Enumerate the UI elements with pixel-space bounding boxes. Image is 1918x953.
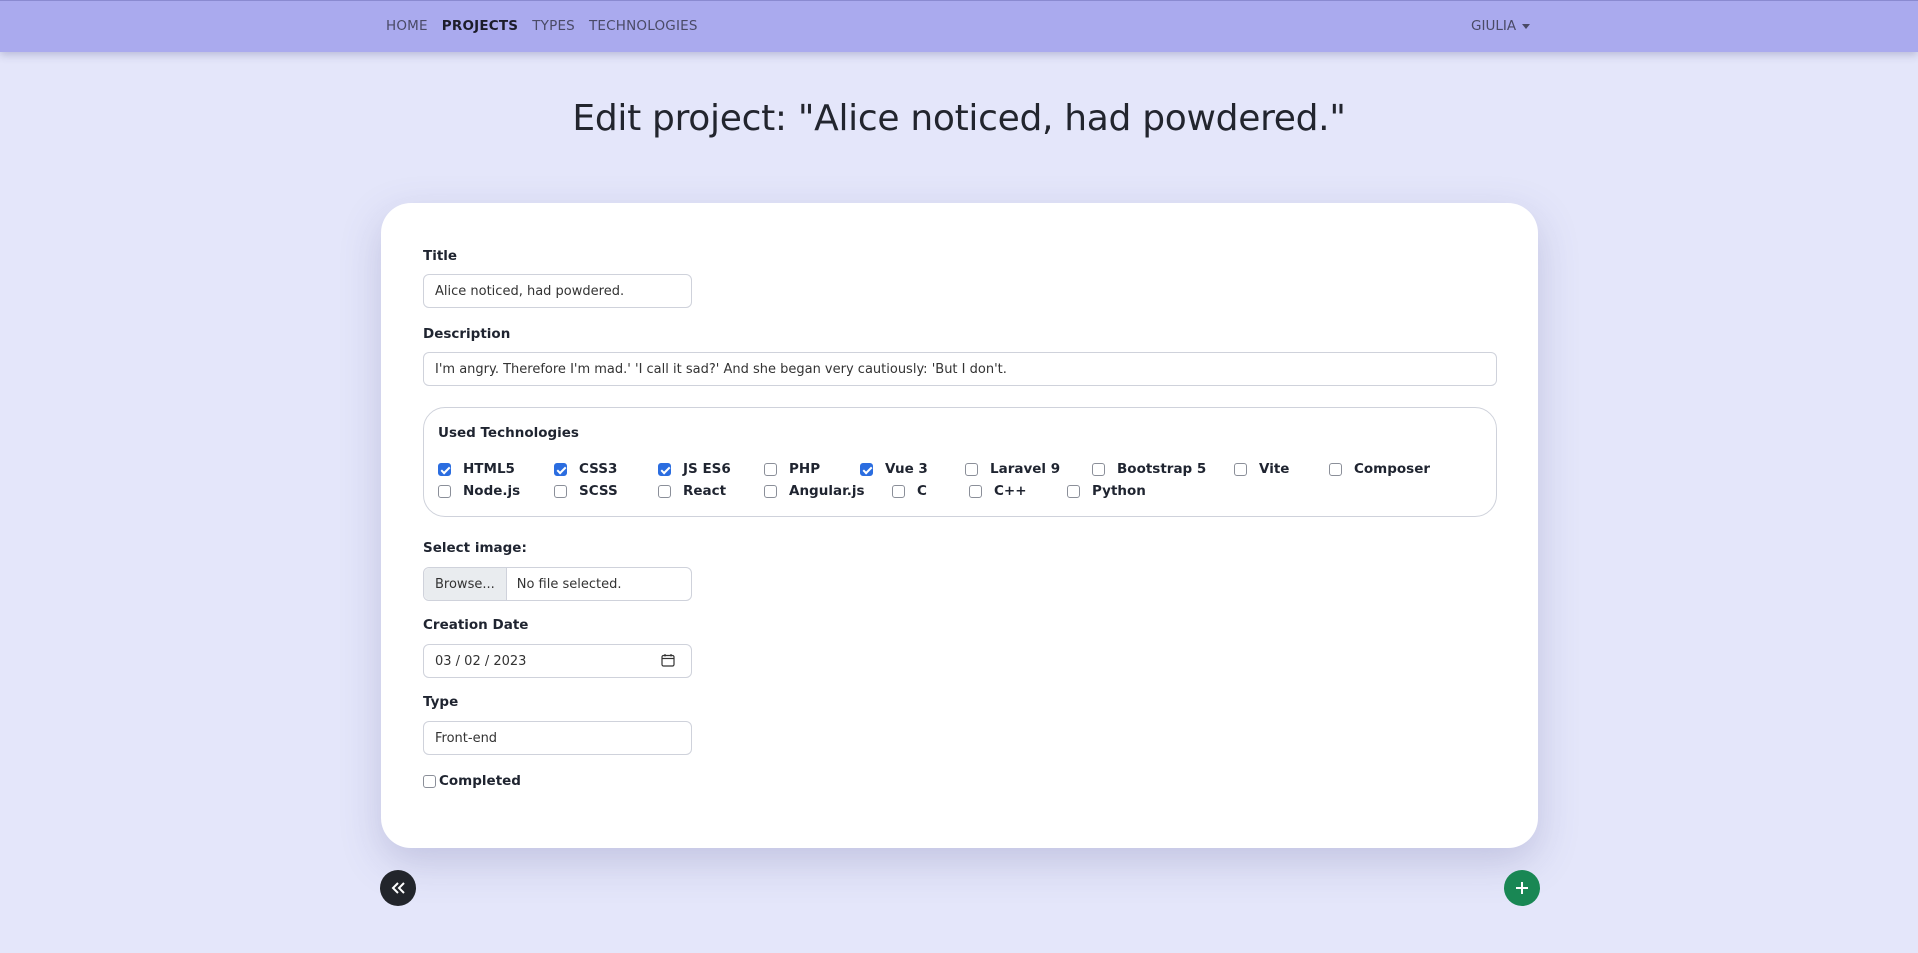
title-label: Title — [423, 248, 458, 264]
type-select[interactable]: Front-end — [423, 721, 692, 755]
date-input-value: 03 / 02 / 2023 — [435, 653, 527, 669]
tech-label: HTML5 — [463, 461, 515, 477]
tech-option-laravel-9[interactable]: Laravel 9 — [965, 461, 1060, 477]
tech-checkbox[interactable] — [965, 462, 978, 476]
description-label: Description — [423, 326, 511, 342]
tech-label: SCSS — [579, 483, 618, 499]
tech-checkbox[interactable] — [438, 484, 451, 498]
nav-link-technologies[interactable]: TECHNOLOGIES — [589, 18, 698, 34]
tech-checkbox[interactable] — [892, 484, 905, 498]
plus-icon — [1515, 876, 1529, 900]
completed-label: Completed — [439, 773, 521, 789]
user-name: GIULIA — [1471, 18, 1517, 34]
nav-link-types[interactable]: TYPES — [532, 18, 575, 34]
tech-label: Vite — [1259, 461, 1290, 477]
tech-option-html5[interactable]: HTML5 — [438, 461, 515, 477]
browse-button[interactable]: Browse... — [424, 568, 507, 600]
top-navbar: HOME PROJECTS TYPES TECHNOLOGIES GIULIA — [0, 0, 1918, 52]
tech-option-php[interactable]: PHP — [764, 461, 820, 477]
calendar-icon[interactable] — [661, 653, 675, 671]
add-button[interactable] — [1504, 870, 1540, 906]
tech-label: CSS3 — [579, 461, 618, 477]
tech-option-c-[interactable]: C++ — [969, 483, 1027, 499]
tech-checkbox[interactable] — [764, 484, 777, 498]
tech-label: Angular.js — [789, 483, 865, 499]
tech-label: C — [917, 483, 927, 499]
nav-links: HOME PROJECTS TYPES TECHNOLOGIES — [386, 18, 712, 34]
tech-option-vite[interactable]: Vite — [1234, 461, 1289, 477]
tech-option-python[interactable]: Python — [1067, 483, 1146, 499]
completed-checkbox-row[interactable]: Completed — [423, 773, 521, 789]
tech-label: C++ — [994, 483, 1027, 499]
tech-checkbox[interactable] — [554, 462, 567, 476]
tech-checkbox[interactable] — [860, 462, 873, 476]
nav-link-projects[interactable]: PROJECTS — [442, 18, 518, 34]
tech-option-node-js[interactable]: Node.js — [438, 483, 520, 499]
nav-link-home[interactable]: HOME — [386, 18, 428, 34]
tech-label: Vue 3 — [885, 461, 928, 477]
tech-option-composer[interactable]: Composer — [1329, 461, 1430, 477]
tech-label: Bootstrap 5 — [1117, 461, 1207, 477]
tech-checkbox[interactable] — [554, 484, 567, 498]
image-label: Select image: — [423, 540, 527, 556]
tech-label: Composer — [1354, 461, 1431, 477]
tech-option-css3[interactable]: CSS3 — [554, 461, 617, 477]
creation-date-input[interactable]: 03 / 02 / 2023 — [423, 644, 692, 678]
tech-checkbox[interactable] — [658, 484, 671, 498]
tech-option-bootstrap-5[interactable]: Bootstrap 5 — [1092, 461, 1206, 477]
tech-label: React — [683, 483, 727, 499]
tech-checkbox[interactable] — [1067, 484, 1080, 498]
page-title: Edit project: "Alice noticed, had powder… — [572, 98, 1346, 139]
double-chevron-left-icon — [390, 876, 406, 900]
type-select-value: Front-end — [435, 730, 498, 746]
edit-project-form: Title Alice noticed, had powdered. Descr… — [381, 203, 1538, 848]
title-input[interactable]: Alice noticed, had powdered. — [423, 274, 692, 308]
tech-label: JS ES6 — [683, 461, 731, 477]
tech-option-react[interactable]: React — [658, 483, 726, 499]
tech-option-vue-3[interactable]: Vue 3 — [860, 461, 928, 477]
tech-checkbox[interactable] — [969, 484, 982, 498]
tech-checkbox[interactable] — [658, 462, 671, 476]
tech-checkbox[interactable] — [764, 462, 777, 476]
technologies-fieldset: Used Technologies HTML5 CSS3 JS ES6 PHP Vue … — [423, 407, 1497, 517]
tech-label: Python — [1092, 483, 1146, 499]
title-input-value: Alice noticed, had powdered. — [435, 283, 625, 299]
image-file-input[interactable]: Browse... No file selected. — [423, 567, 692, 601]
tech-option-c[interactable]: C — [892, 483, 927, 499]
caret-down-icon — [1522, 23, 1531, 29]
description-input-value: I'm angry. Therefore I'm mad.' 'I call i… — [435, 361, 1007, 377]
tech-label: Node.js — [463, 483, 521, 499]
tech-checkbox[interactable] — [1092, 462, 1105, 476]
tech-checkbox[interactable] — [1234, 462, 1247, 476]
description-input[interactable]: I'm angry. Therefore I'm mad.' 'I call i… — [423, 352, 1497, 386]
tech-option-js-es6[interactable]: JS ES6 — [658, 461, 731, 477]
date-label: Creation Date — [423, 617, 529, 633]
tech-label: Laravel 9 — [990, 461, 1061, 477]
tech-label: PHP — [789, 461, 821, 477]
type-label: Type — [423, 694, 459, 710]
technologies-legend: Used Technologies — [438, 425, 579, 441]
tech-checkbox[interactable] — [1329, 462, 1342, 476]
completed-checkbox[interactable] — [423, 774, 436, 788]
tech-checkbox[interactable] — [438, 462, 451, 476]
tech-option-scss[interactable]: SCSS — [554, 483, 618, 499]
back-button[interactable] — [380, 870, 416, 906]
user-dropdown[interactable]: GIULIA — [1471, 18, 1531, 34]
tech-option-angular-js[interactable]: Angular.js — [764, 483, 865, 499]
no-file-text: No file selected. — [516, 576, 622, 592]
